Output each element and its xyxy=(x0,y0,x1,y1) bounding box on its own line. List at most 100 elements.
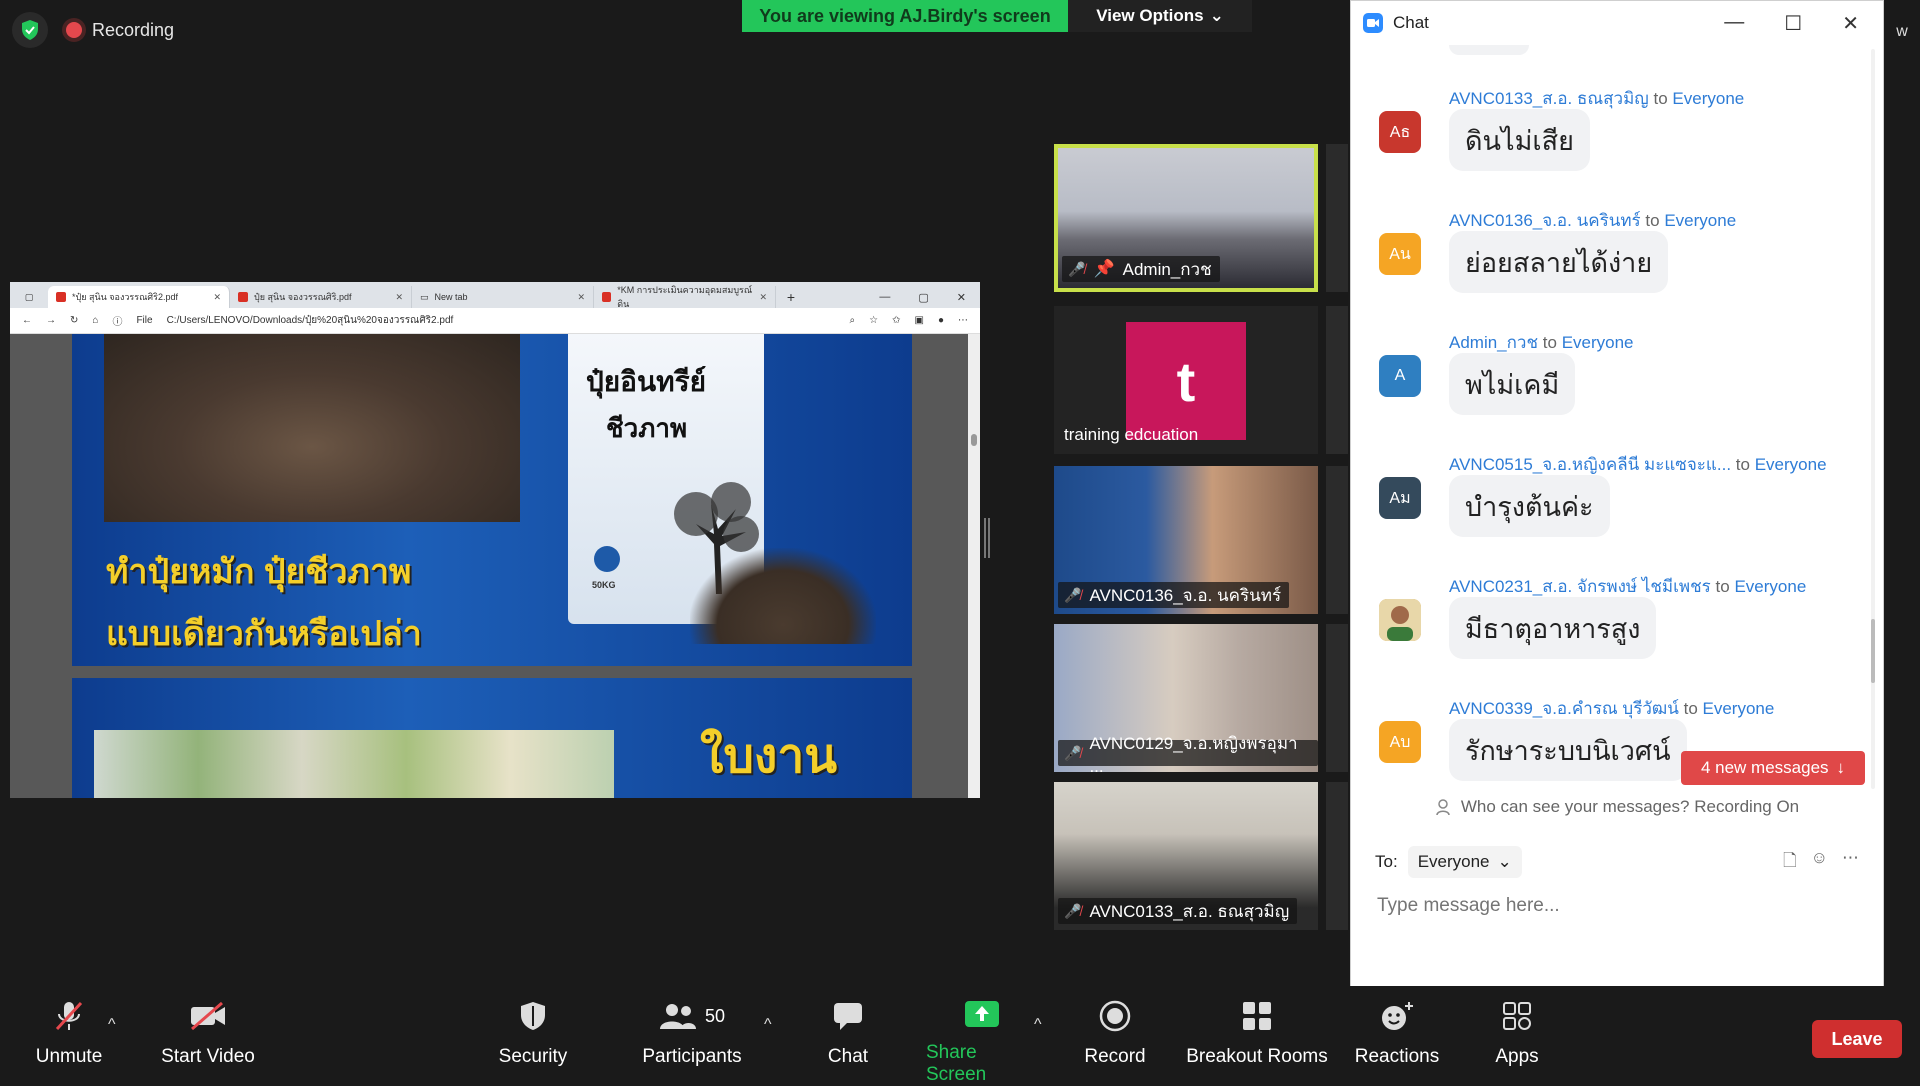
reactions-icon xyxy=(1379,1000,1415,1032)
security-button[interactable]: Security xyxy=(490,1000,576,1078)
resize-handle[interactable] xyxy=(984,518,990,558)
pdf-icon xyxy=(602,292,612,302)
video-tile-partial[interactable] xyxy=(1326,144,1348,292)
participant-name-tag: 🎤̸ AVNC0136_จ.อ. นครินทร์ xyxy=(1058,582,1290,608)
breakout-rooms-label: Breakout Rooms xyxy=(1186,1046,1328,1067)
bag-logo xyxy=(594,546,620,572)
bag-title-2: ชีวภาพ xyxy=(606,413,688,443)
message-sender[interactable]: AVNC0515_จ.อ.หญิงคลีนี มะแซจะแ... xyxy=(1449,455,1731,474)
zoom-icon[interactable]: ⌕ xyxy=(850,315,856,326)
favorite-icon[interactable]: ☆ xyxy=(869,315,878,326)
video-tile-partial[interactable] xyxy=(1326,306,1348,454)
message-sender[interactable]: AVNC0231_ส.อ. จักรพงษ์ ไชมีเพชร xyxy=(1449,577,1711,596)
maximize-icon[interactable]: ▢ xyxy=(918,291,928,304)
more-icon[interactable]: ⋯ xyxy=(1842,848,1859,877)
close-icon[interactable]: ✕ xyxy=(395,292,403,303)
breakout-rooms-button[interactable]: Breakout Rooms xyxy=(1186,1000,1328,1078)
chat-title-text: Chat xyxy=(1393,13,1429,32)
chat-bubble-icon xyxy=(832,1000,864,1032)
browser-tab[interactable]: *KM การประเมินความอุดมสมบูรณ์ดิน ✕ xyxy=(594,285,776,309)
new-messages-button[interactable]: 4 new messages ↓ xyxy=(1681,751,1865,785)
audio-options-caret[interactable]: ^ xyxy=(108,1016,116,1034)
reactions-button[interactable]: Reactions xyxy=(1354,1000,1440,1078)
recipient-value: Everyone xyxy=(1417,852,1490,871)
emoji-icon[interactable]: ☺ xyxy=(1811,848,1828,877)
video-tile[interactable]: 🎤̸ AVNC0129_จ.อ.หญิงพรอุมา ... xyxy=(1054,624,1318,772)
meeting-toolbar: Unmute ^ Start Video Security 50 Partici… xyxy=(0,986,1920,1085)
home-icon[interactable]: ⌂ xyxy=(92,315,98,326)
start-video-button[interactable]: Start Video xyxy=(158,1000,258,1078)
minimize-icon[interactable]: — xyxy=(1724,11,1744,36)
browser-tab[interactable]: ▭ New tab ✕ xyxy=(412,286,594,308)
participants-button[interactable]: 50 Participants xyxy=(636,1000,748,1078)
message-sender[interactable]: Admin_กวช xyxy=(1449,333,1538,352)
profile-icon[interactable]: ● xyxy=(938,315,944,326)
browser-tab[interactable]: ปุ๋ย สุนิน จองวรรณศิริ.pdf ✕ xyxy=(230,286,412,308)
pdf-viewer[interactable]: ปุ๋ยอินทรีย์ ชีวภาพ 50KG ทำปุ๋ยหมัก ปุ๋ย… xyxy=(10,334,980,798)
close-icon[interactable]: ✕ xyxy=(759,292,767,303)
share-options-caret[interactable]: ^ xyxy=(1034,1016,1042,1034)
pdf-scrollbar[interactable] xyxy=(968,334,980,798)
participant-name-tag: 🎤̸ AVNC0129_จ.อ.หญิงพรอุมา ... xyxy=(1058,734,1318,772)
message-sender[interactable]: AVNC0136_จ.อ. นครินทร์ xyxy=(1449,211,1641,230)
video-tile[interactable]: 🎤̸ AVNC0133_ส.อ. ธณสุวมิญ xyxy=(1054,782,1318,930)
chat-button[interactable]: Chat xyxy=(818,1000,878,1078)
window-controls: — ▢ ✕ xyxy=(879,286,966,308)
sender-avatar: Aน xyxy=(1379,233,1421,275)
browser-tab[interactable]: *ปุ๋ย สุนิน จองวรรณศิริ2.pdf ✕ xyxy=(48,286,230,308)
leave-button[interactable]: Leave xyxy=(1812,1020,1902,1058)
mic-muted-icon: 🎤̸ xyxy=(1068,260,1086,277)
url-field[interactable]: C:/Users/LENOVO/Downloads/ปุ๋ย%20สุนิน%2… xyxy=(167,313,836,328)
maximize-icon[interactable]: ☐ xyxy=(1784,11,1802,36)
apps-button[interactable]: Apps xyxy=(1490,1000,1544,1078)
video-tile[interactable]: t training edcuation xyxy=(1054,306,1318,454)
video-tile[interactable]: 🎤̸ AVNC0136_จ.อ. นครินทร์ xyxy=(1054,466,1318,614)
message-input[interactable] xyxy=(1375,887,1863,925)
video-tile-partial[interactable] xyxy=(1326,466,1348,614)
apps-icon xyxy=(1502,1000,1532,1032)
recipient-select[interactable]: Everyone ⌄ xyxy=(1407,846,1522,878)
recipient-row: To: Everyone ⌄ 🗋 ☺ ⋯ xyxy=(1375,843,1859,881)
video-tile[interactable]: 🎤̸ 📌 Admin_กวช xyxy=(1054,144,1318,292)
refresh-icon[interactable]: ↻ xyxy=(70,315,78,326)
back-icon[interactable]: ← xyxy=(22,315,32,326)
unmute-button[interactable]: Unmute xyxy=(30,1000,108,1078)
message-sender[interactable]: AVNC0133_ส.อ. ธณสุวมิญ xyxy=(1449,89,1649,108)
info-icon[interactable]: ⓘ xyxy=(112,313,122,328)
new-tab-button[interactable]: + xyxy=(776,286,806,308)
mic-muted-icon xyxy=(52,1000,86,1032)
forward-icon[interactable]: → xyxy=(46,315,56,326)
chat-scrollbar[interactable] xyxy=(1871,49,1875,789)
window-edge: w xyxy=(1896,23,1908,40)
close-icon[interactable]: ✕ xyxy=(213,292,221,303)
poster-wall-image xyxy=(94,730,614,798)
video-tile-partial[interactable] xyxy=(1326,624,1348,772)
view-options-button[interactable]: View Options ⌄ xyxy=(1068,0,1252,32)
recording-indicator[interactable]: Recording xyxy=(66,16,174,44)
minimize-icon[interactable]: — xyxy=(879,291,890,303)
video-tile-partial[interactable] xyxy=(1326,782,1348,930)
participants-options-caret[interactable]: ^ xyxy=(764,1016,772,1034)
close-icon[interactable]: ✕ xyxy=(957,291,966,304)
share-screen-label: Share Screen xyxy=(926,1042,987,1085)
close-icon[interactable]: ✕ xyxy=(577,292,585,303)
message-sender[interactable]: AVNC0339_จ.อ.คำรณ บุรีวัฒน์ xyxy=(1449,699,1679,718)
message-recipient: Everyone xyxy=(1702,699,1775,718)
favorites-icon[interactable]: ✩ xyxy=(892,315,900,326)
chat-messages[interactable]: AVNC0133_ส.อ. ธณสุวมิญ to Everyone Aธ ดิ… xyxy=(1351,45,1883,787)
slide-page-2: ใบงาน xyxy=(72,678,912,798)
share-screen-button[interactable]: Share Screen xyxy=(926,1000,1038,1085)
scrollbar-thumb[interactable] xyxy=(971,434,977,446)
record-button[interactable]: Record xyxy=(1084,1000,1146,1078)
new-tab-icon: ▭ xyxy=(420,291,429,302)
shield-icon xyxy=(518,1000,548,1032)
arrow-down-icon: ↓ xyxy=(1836,758,1846,777)
close-icon[interactable]: ✕ xyxy=(1842,11,1859,36)
file-icon[interactable]: 🗋 xyxy=(1783,848,1797,877)
collections-icon[interactable]: ▣ xyxy=(915,315,924,326)
tab-actions-icon[interactable]: ▢ xyxy=(10,286,48,308)
scrollbar-thumb[interactable] xyxy=(1871,619,1875,683)
more-icon[interactable]: ⋯ xyxy=(958,315,968,326)
security-shield-icon xyxy=(12,12,48,48)
visibility-notice[interactable]: Who can see your messages? Recording On xyxy=(1351,793,1883,821)
